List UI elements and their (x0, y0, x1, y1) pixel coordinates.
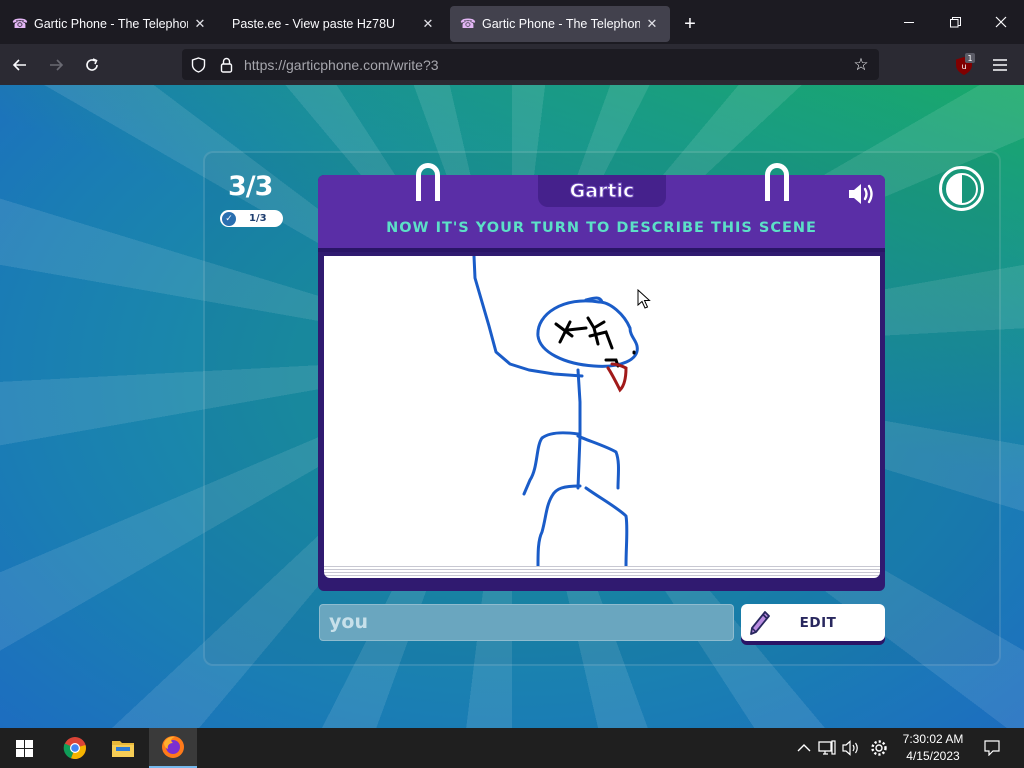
restore-icon (949, 16, 961, 27)
progress-pill: ✓ 1/3 (220, 210, 283, 227)
close-window-button[interactable] (978, 0, 1024, 44)
reload-icon (86, 57, 98, 71)
arrow-right-icon (50, 58, 64, 71)
check-icon: ✓ (222, 211, 236, 226)
drawing-notebook: Gartic NOW IT'S YOUR TURN TO DESCRIBE TH… (318, 163, 885, 591)
close-icon[interactable]: ✕ (644, 16, 660, 32)
url-text[interactable]: https://garticphone.com/write?3 (244, 57, 439, 73)
address-bar[interactable]: https://garticphone.com/write?3 ☆ (182, 49, 879, 80)
timer-icon (939, 166, 984, 211)
browser-tab-bar: ☎ Gartic Phone - The Telephone G ✕ Paste… (0, 0, 1024, 44)
ublock-icon: u 1 (956, 53, 975, 75)
description-input[interactable]: you (319, 604, 734, 641)
telephone-icon: ☎ (11, 16, 29, 31)
gartic-logo: Gartic (538, 175, 666, 207)
chrome-icon (63, 737, 86, 760)
tab-gartic-phone-2[interactable]: ☎ Gartic Phone - The Telephone G ✕ (450, 6, 670, 42)
window-controls (886, 0, 1024, 44)
shield-icon[interactable] (184, 51, 212, 79)
tab-paste-ee[interactable]: Paste.ee - View paste Hz78U ✕ (222, 6, 446, 42)
progress-count: 1/3 (249, 213, 267, 224)
taskbar-chrome[interactable] (51, 728, 99, 768)
taskbar-firefox[interactable] (149, 728, 197, 768)
close-icon[interactable]: ✕ (192, 16, 208, 32)
menu-button[interactable] (988, 52, 1012, 78)
telephone-icon: ☎ (459, 16, 477, 31)
forward-button[interactable] (40, 49, 72, 81)
close-icon (995, 16, 1007, 28)
notification-icon[interactable] (982, 738, 1002, 758)
stick-figure-drawing (472, 256, 639, 566)
chevron-up-icon[interactable] (794, 738, 814, 758)
browser-nav-bar: https://garticphone.com/write?3 ☆ u 1 (0, 44, 1024, 85)
extension-badge: 1 (967, 54, 972, 63)
firefox-icon (162, 736, 184, 758)
notebook-ring (765, 163, 789, 201)
minimize-icon (903, 21, 914, 23)
restore-button[interactable] (932, 0, 978, 44)
drawing-canvas (324, 256, 880, 566)
start-button[interactable] (0, 728, 48, 768)
clock-date: 4/15/2023 (906, 749, 960, 763)
tab-gartic-phone-1[interactable]: ☎ Gartic Phone - The Telephone G ✕ (2, 6, 218, 42)
star-icon[interactable]: ☆ (849, 53, 873, 77)
reload-button[interactable] (76, 49, 108, 81)
svg-text:u: u (961, 62, 966, 71)
network-icon[interactable] (817, 738, 837, 758)
edit-button[interactable]: EDIT (741, 604, 885, 641)
speaker-icon[interactable] (845, 181, 877, 207)
hamburger-icon (993, 59, 1007, 71)
volume-icon[interactable] (841, 738, 861, 758)
tab-title: Gartic Phone - The Telephone G (34, 17, 188, 31)
ublock-extension-button[interactable]: u 1 (952, 52, 976, 78)
edit-label: EDIT (799, 614, 837, 631)
lock-icon[interactable] (212, 51, 240, 79)
close-icon[interactable]: ✕ (420, 16, 436, 32)
arrow-left-icon (12, 58, 26, 71)
instruction-text: NOW IT'S YOUR TURN TO DESCRIBE THIS SCEN… (386, 220, 817, 236)
windows-icon (15, 739, 33, 757)
system-clock[interactable]: 7:30:02 AM 4/15/2023 (890, 731, 976, 765)
new-tab-button[interactable]: + (670, 6, 710, 42)
pencil-icon (745, 608, 775, 638)
tab-title: Gartic Phone - The Telephone G (482, 17, 640, 31)
taskbar-file-explorer[interactable] (99, 728, 147, 768)
mouse-cursor-icon (637, 289, 651, 309)
notebook-ring (416, 163, 440, 201)
windows-taskbar: 7:30:02 AM 4/15/2023 (0, 728, 1024, 768)
logo-text: Gartic (569, 180, 635, 203)
round-counter: 3/3 (228, 171, 273, 202)
folder-icon (112, 741, 134, 757)
minimize-button[interactable] (886, 0, 932, 44)
back-button[interactable] (4, 49, 36, 81)
clock-time: 7:30:02 AM (902, 732, 964, 746)
gear-icon[interactable] (869, 738, 889, 758)
tab-title: Paste.ee - View paste Hz78U (232, 17, 396, 31)
